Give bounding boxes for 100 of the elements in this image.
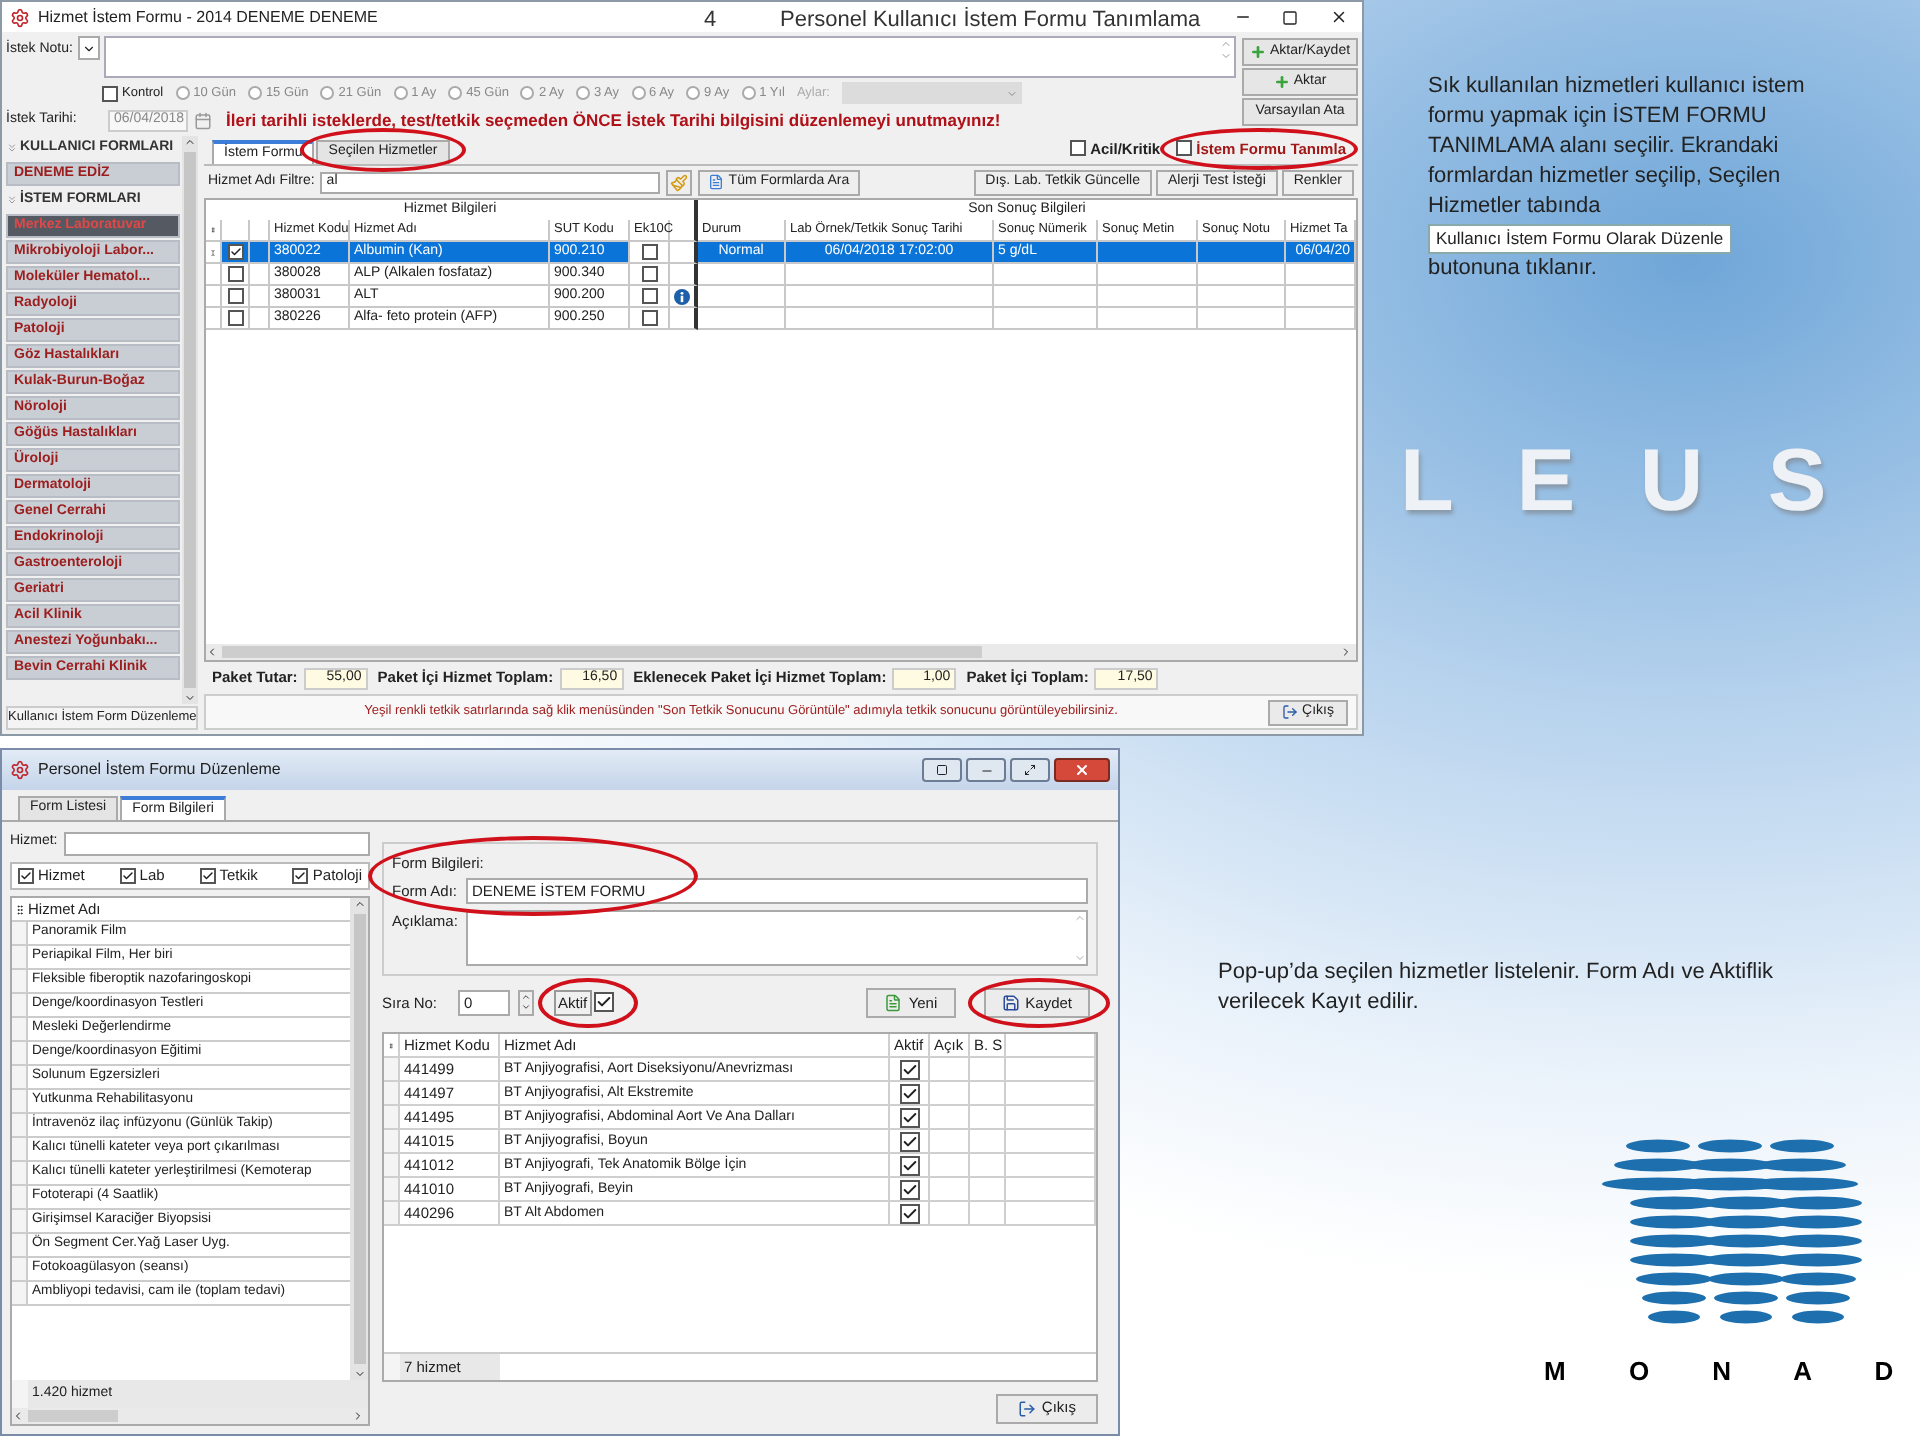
double-chevron-icon xyxy=(6,194,18,206)
radio-button[interactable] xyxy=(741,86,756,100)
scroll-down-icon xyxy=(1074,952,1086,965)
scroll-down-icon xyxy=(1220,50,1232,62)
close-button[interactable] xyxy=(1054,758,1110,782)
chevron-up-icon xyxy=(520,991,532,1002)
table-cell xyxy=(970,1130,1006,1155)
table-cell xyxy=(698,286,786,308)
checkbox[interactable] xyxy=(899,1155,919,1176)
horizontal-scrollbar[interactable] xyxy=(12,1408,368,1424)
text-cursor-icon xyxy=(210,245,216,259)
table-cell xyxy=(1006,1178,1096,1203)
radio-button[interactable] xyxy=(686,86,701,100)
table-cell xyxy=(1098,286,1198,308)
checkbox[interactable] xyxy=(641,266,657,282)
checkbox[interactable] xyxy=(1070,140,1087,157)
restore-icon xyxy=(936,764,948,776)
table-cell xyxy=(970,1154,1006,1179)
checkbox[interactable] xyxy=(1176,140,1193,157)
checkbox[interactable] xyxy=(899,1131,919,1152)
exit-icon xyxy=(1017,1399,1036,1417)
checkbox[interactable] xyxy=(119,868,136,884)
checkbox[interactable] xyxy=(18,868,34,884)
checkbox[interactable] xyxy=(899,1083,919,1104)
scroll-down-icon xyxy=(184,692,196,704)
checkbox[interactable] xyxy=(227,310,243,326)
description-field[interactable] xyxy=(466,910,1088,967)
maximize-button[interactable] xyxy=(1010,758,1050,782)
table-cell xyxy=(1286,308,1356,330)
checkbox[interactable] xyxy=(899,1203,919,1224)
radio-button[interactable] xyxy=(520,86,535,100)
checkbox[interactable] xyxy=(102,85,118,101)
checkmark-icon xyxy=(201,870,214,882)
table-cell xyxy=(970,1202,1006,1227)
table-cell xyxy=(250,242,270,264)
brush-icon xyxy=(670,173,689,191)
checkbox[interactable] xyxy=(641,288,657,304)
note-field[interactable] xyxy=(104,36,1236,78)
scroll-left-icon xyxy=(12,1410,24,1422)
radio-button[interactable] xyxy=(175,86,190,100)
chevron-down-icon xyxy=(520,1001,532,1012)
checkbox[interactable] xyxy=(641,310,657,326)
scroll-thumb[interactable] xyxy=(353,914,365,1364)
checkbox[interactable] xyxy=(199,868,216,884)
radio-button[interactable] xyxy=(448,86,463,100)
checkmark-icon xyxy=(229,246,241,258)
table-cell xyxy=(1286,286,1356,308)
scroll-down-icon xyxy=(353,1368,365,1380)
radio-button[interactable] xyxy=(320,86,335,100)
checkbox[interactable] xyxy=(292,868,309,884)
checkbox[interactable] xyxy=(227,266,243,282)
logo-text: L E U S xyxy=(1400,430,1847,534)
table-cell xyxy=(1006,1202,1096,1227)
double-chevron-icon xyxy=(6,142,18,154)
document-icon xyxy=(884,993,903,1012)
checkbox[interactable] xyxy=(227,288,243,304)
close-icon xyxy=(1329,8,1347,26)
table-cell xyxy=(1198,264,1286,286)
table-cell xyxy=(698,264,786,286)
checkbox[interactable] xyxy=(899,1107,919,1128)
table-cell xyxy=(1286,264,1356,286)
search-field[interactable] xyxy=(63,831,370,855)
scroll-right-icon xyxy=(1340,646,1352,658)
checkbox[interactable] xyxy=(899,1179,919,1200)
plus-icon xyxy=(1273,74,1290,90)
table-cell xyxy=(970,1058,1006,1083)
checkbox[interactable] xyxy=(593,992,614,1013)
app-icon xyxy=(10,760,30,780)
radio-button[interactable] xyxy=(575,86,590,100)
app-icon xyxy=(10,7,30,27)
radio-button[interactable] xyxy=(247,86,262,100)
radio-button[interactable] xyxy=(631,86,646,100)
checkmark-icon xyxy=(20,870,32,882)
chevron-down-icon xyxy=(1005,87,1018,99)
scroll-up-icon xyxy=(1220,38,1232,50)
table-cell xyxy=(970,1106,1006,1131)
scrollbar[interactable] xyxy=(182,136,198,704)
scroll-thumb[interactable] xyxy=(184,152,196,688)
checkbox[interactable] xyxy=(899,1059,919,1080)
scroll-left-icon xyxy=(206,646,218,658)
table-cell xyxy=(1198,286,1286,308)
checkbox[interactable] xyxy=(641,244,657,260)
table-cell xyxy=(1098,264,1198,286)
table-cell xyxy=(1006,1058,1096,1083)
table-cell xyxy=(1006,1082,1096,1107)
scroll-right-icon xyxy=(352,1410,364,1422)
horizontal-scrollbar[interactable] xyxy=(206,644,1356,660)
scroll-thumb[interactable] xyxy=(28,1410,118,1422)
dropdown-button[interactable] xyxy=(78,36,100,60)
restore-button[interactable] xyxy=(922,758,962,782)
checkbox[interactable] xyxy=(227,244,243,260)
window-title: Personel İstem Formu Düzenleme xyxy=(38,758,281,782)
scrollbar[interactable] xyxy=(350,898,368,1380)
scroll-thumb[interactable] xyxy=(222,646,982,658)
document-icon xyxy=(708,174,725,190)
instruction-text: Sık kullanılan hizmetleri kullanıcı istem formu yapmak için İSTEM FORMU TANIMLAMA alanı seçilir. Ekrandaki formlardan hizmetler seçilip, Seçilen Hizmetler tabında xyxy=(1428,72,1807,222)
table-cell xyxy=(994,286,1098,308)
scroll-up-icon xyxy=(1074,912,1086,925)
table-cell xyxy=(970,1178,1006,1203)
radio-button[interactable] xyxy=(393,86,408,100)
